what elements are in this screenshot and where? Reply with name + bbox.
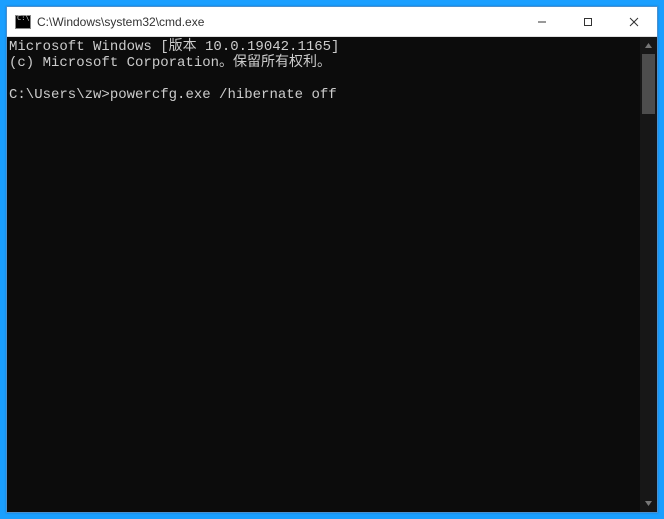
window-controls bbox=[519, 7, 657, 36]
scroll-down-button[interactable] bbox=[640, 495, 657, 512]
minimize-button[interactable] bbox=[519, 7, 565, 36]
maximize-button[interactable] bbox=[565, 7, 611, 36]
output-line-version: Microsoft Windows [版本 10.0.19042.1165] bbox=[9, 39, 339, 55]
console-output[interactable]: Microsoft Windows [版本 10.0.19042.1165] (… bbox=[7, 37, 640, 512]
prompt-line: C:\Users\zw>powercfg.exe /hibernate off bbox=[9, 87, 337, 103]
scroll-thumb[interactable] bbox=[642, 54, 655, 114]
cmd-icon bbox=[15, 15, 31, 29]
titlebar[interactable]: C:\Windows\system32\cmd.exe bbox=[7, 7, 657, 37]
cmd-window: C:\Windows\system32\cmd.exe Microsoft Wi… bbox=[6, 6, 658, 513]
console-area: Microsoft Windows [版本 10.0.19042.1165] (… bbox=[7, 37, 657, 512]
scroll-track[interactable] bbox=[640, 54, 657, 495]
scroll-up-button[interactable] bbox=[640, 37, 657, 54]
close-button[interactable] bbox=[611, 7, 657, 36]
output-line-copyright: (c) Microsoft Corporation。保留所有权利。 bbox=[9, 55, 331, 71]
window-title: C:\Windows\system32\cmd.exe bbox=[37, 15, 519, 29]
vertical-scrollbar[interactable] bbox=[640, 37, 657, 512]
prompt: C:\Users\zw> bbox=[9, 87, 110, 103]
typed-command: powercfg.exe /hibernate off bbox=[110, 87, 337, 103]
